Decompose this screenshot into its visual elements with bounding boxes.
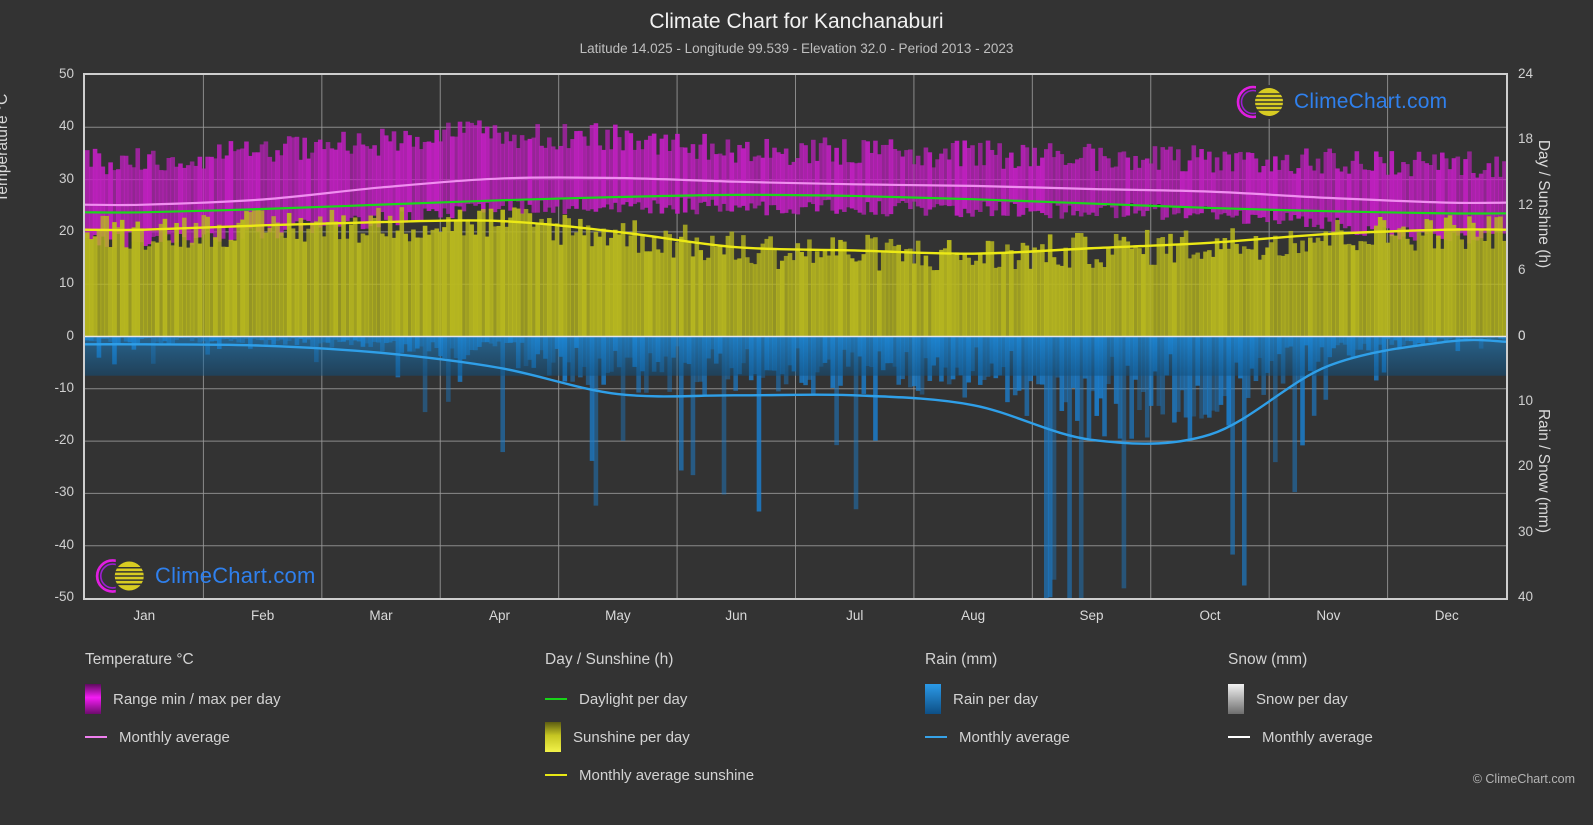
climechart-logo-text: ClimeChart.com bbox=[1294, 90, 1448, 113]
legend-line-icon bbox=[545, 774, 567, 776]
x-axis-tick-aug: Aug bbox=[961, 608, 986, 623]
axis-tick-label: 18 bbox=[1518, 131, 1534, 147]
climechart-logo-text: ClimeChart.com bbox=[155, 563, 316, 588]
axis-tick-label: -20 bbox=[54, 432, 74, 448]
legend-item[interactable]: Rain per day bbox=[925, 680, 1070, 718]
legend-line-icon bbox=[85, 736, 107, 738]
axis-tick-label: 10 bbox=[1518, 392, 1534, 408]
legend-heading-day_sunshine: Day / Sunshine (h) bbox=[545, 651, 674, 668]
legend-swatch-icon bbox=[85, 684, 101, 714]
axis-tick-label: -50 bbox=[54, 589, 74, 604]
legend-swatch-icon bbox=[545, 722, 561, 752]
rain-band-wash bbox=[85, 336, 1506, 376]
climechart-logo-bottom: ClimeChart.com bbox=[93, 555, 316, 597]
legend-line-icon bbox=[1228, 736, 1250, 738]
axis-tick-label: 30 bbox=[1518, 523, 1534, 539]
legend-heading-snow: Snow (mm) bbox=[1228, 651, 1308, 668]
legend-line-icon bbox=[925, 736, 947, 738]
legend-item-label: Range min / max per day bbox=[113, 690, 281, 708]
chart-legend: Temperature °C Range min / max per day Mon… bbox=[0, 650, 1593, 790]
x-axis-tick-dec: Dec bbox=[1434, 608, 1459, 623]
legend-line-stroke bbox=[85, 736, 107, 738]
axis-tick-label: 10 bbox=[58, 275, 74, 291]
legend-swatch-icon bbox=[1228, 684, 1244, 714]
x-axis-tick-nov: Nov bbox=[1316, 608, 1341, 623]
legend-heading-temperature: Temperature °C bbox=[85, 651, 194, 668]
legend-item[interactable]: Monthly average bbox=[1228, 718, 1373, 756]
legend-item-label: Monthly average bbox=[959, 728, 1070, 746]
chart-header: Climate Chart for Kanchanaburi Latitude … bbox=[0, 0, 1593, 60]
climechart-logo-top: ClimeChart.com bbox=[1234, 82, 1447, 122]
legend-column-rain: Rain (mm) Rain per day Monthly average bbox=[925, 650, 1070, 756]
axis-tick-label: 24 bbox=[1518, 66, 1534, 81]
climate-plot-svg bbox=[85, 75, 1506, 598]
x-axis-tick-jul: Jul bbox=[846, 608, 864, 623]
legend-item[interactable]: Daylight per day bbox=[545, 680, 754, 718]
axis-tick-label: 50 bbox=[58, 66, 74, 81]
legend-line-icon bbox=[545, 698, 567, 700]
legend-column-snow: Snow (mm) Snow per day Monthly average bbox=[1228, 650, 1373, 756]
axis-tick-label: 20 bbox=[58, 222, 74, 238]
legend-heading-rain: Rain (mm) bbox=[925, 651, 998, 668]
legend-item-label: Monthly average bbox=[119, 728, 230, 746]
axis-tick-label: -10 bbox=[54, 379, 74, 395]
x-axis-tick-may: May bbox=[605, 608, 631, 623]
legend-item-label: Rain per day bbox=[953, 690, 1039, 708]
axis-tick-label: 6 bbox=[1518, 262, 1526, 278]
axis-tick-label: 20 bbox=[1518, 458, 1534, 474]
x-axis-tick-jan: Jan bbox=[133, 608, 156, 623]
axis-tick-label: 0 bbox=[1518, 327, 1526, 343]
axis-tick-label: -30 bbox=[54, 484, 74, 500]
legend-item-label: Snow per day bbox=[1256, 690, 1348, 708]
legend-line-stroke bbox=[925, 736, 947, 738]
climechart-logo-icon bbox=[95, 558, 144, 594]
legend-item-label: Sunshine per day bbox=[573, 728, 690, 746]
x-axis-tick-oct: Oct bbox=[1199, 608, 1221, 623]
legend-line-stroke bbox=[1228, 736, 1250, 738]
climechart-logo-icon bbox=[1236, 85, 1283, 119]
axis-tick-label: -40 bbox=[54, 536, 74, 552]
legend-item[interactable]: Snow per day bbox=[1228, 680, 1373, 718]
x-axis-tick-jun: Jun bbox=[725, 608, 748, 623]
legend-swatch-icon bbox=[925, 684, 941, 714]
x-axis-tick-feb: Feb bbox=[250, 608, 275, 623]
legend-column-temperature: Temperature °C Range min / max per day Mon… bbox=[85, 650, 281, 756]
legend-item[interactable]: Monthly average bbox=[925, 718, 1070, 756]
axis-tick-label: 0 bbox=[66, 327, 74, 343]
legend-line-stroke bbox=[545, 698, 567, 700]
y-axis-left-title: Temperature °C bbox=[0, 93, 11, 203]
legend-item-label: Monthly average sunshine bbox=[579, 766, 755, 784]
legend-line-stroke bbox=[545, 774, 567, 776]
page-title: Climate Chart for Kanchanaburi bbox=[649, 10, 944, 33]
axis-tick-label: 30 bbox=[58, 170, 74, 186]
legend-item[interactable]: Sunshine per day bbox=[545, 718, 754, 756]
x-axis-tick-apr: Apr bbox=[488, 608, 510, 623]
x-axis-tick-mar: Mar bbox=[369, 608, 393, 623]
x-axis-tick-sep: Sep bbox=[1079, 608, 1104, 623]
axis-tick-label: 12 bbox=[1518, 196, 1534, 212]
chart-subtitle: Latitude 14.025 - Longitude 99.539 - Ele… bbox=[579, 41, 1014, 56]
copyright-notice: © ClimeChart.com bbox=[1472, 772, 1575, 786]
axis-tick-label: 40 bbox=[58, 118, 74, 134]
legend-item[interactable]: Monthly average sunshine bbox=[545, 756, 754, 794]
legend-item[interactable]: Monthly average bbox=[85, 718, 281, 756]
legend-column-day-sunshine: Day / Sunshine (h) Daylight per day Sunshi… bbox=[545, 650, 754, 794]
legend-item[interactable]: Range min / max per day bbox=[85, 680, 281, 718]
legend-item-label: Monthly average bbox=[1262, 728, 1373, 746]
legend-item-label: Daylight per day bbox=[579, 690, 688, 708]
axis-tick-label: 40 bbox=[1518, 589, 1534, 604]
climate-plot-area[interactable] bbox=[83, 73, 1508, 600]
